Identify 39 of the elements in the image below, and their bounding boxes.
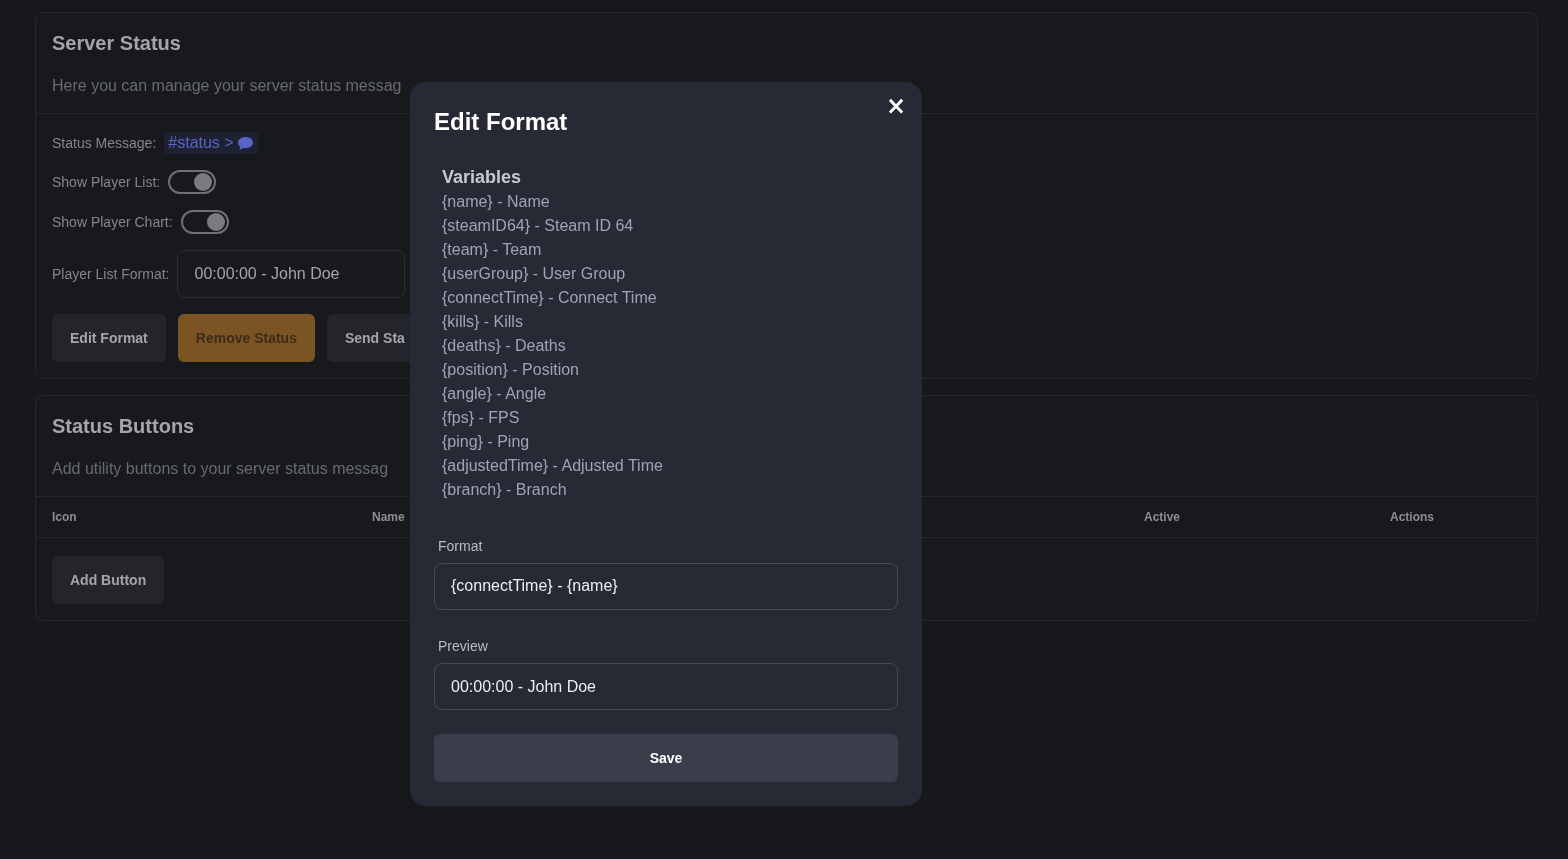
column-header: Actions xyxy=(1390,510,1434,524)
toggle-switch[interactable] xyxy=(168,170,217,194)
variables-heading: Variables xyxy=(442,166,522,189)
column-header: Icon xyxy=(52,510,77,524)
variable-line: {ping} - Ping xyxy=(442,432,530,452)
variable-line: {kills} - Kills xyxy=(442,312,523,332)
chat-bubble-icon xyxy=(236,135,254,151)
field-label: Player List Format: xyxy=(52,266,170,282)
variable-line: {name} - Name xyxy=(442,192,550,212)
card-title: Server Status xyxy=(52,32,181,55)
preview-input[interactable]: 00:00:00 - John Doe xyxy=(434,662,898,711)
variable-line: {adjustedTime} - Adjusted Time xyxy=(442,456,663,476)
action-button[interactable]: Edit Format xyxy=(52,314,166,362)
column-header: Name xyxy=(372,510,405,524)
field-label: Show Player List: xyxy=(52,174,161,190)
variable-line: {fps} - FPS xyxy=(442,408,520,428)
card-description: Here you can manage your server status messag xyxy=(52,77,402,95)
field-label: Show Player Chart: xyxy=(52,214,173,230)
variable-line: {position} - Position xyxy=(442,360,579,380)
card-title: Status Buttons xyxy=(52,415,195,438)
format-field[interactable]: 00:00:00 - John Doe xyxy=(177,250,406,298)
save-button[interactable]: Save xyxy=(434,734,898,782)
close-button[interactable]: × xyxy=(884,94,908,118)
add-button[interactable]: Add Button xyxy=(52,556,165,604)
variable-line: {team} - Team xyxy=(442,240,542,260)
variable-line: {steamID64} - Steam ID 64 xyxy=(442,216,634,236)
variable-line: {userGroup} - User Group xyxy=(442,264,626,284)
format-input[interactable]: {connectTime} - {name} xyxy=(434,562,898,611)
variable-line: {angle} - Angle xyxy=(442,384,547,404)
toggle-switch[interactable] xyxy=(180,210,229,234)
variable-line: {connectTime} - Connect Time xyxy=(442,288,657,308)
variable-line: {branch} - Branch xyxy=(442,480,567,500)
column-header: Active xyxy=(1144,510,1181,524)
field-label: Format xyxy=(438,537,483,554)
field-label: Status Message: xyxy=(52,135,157,151)
field-label: Preview xyxy=(438,637,488,654)
variable-line: {deaths} - Deaths xyxy=(442,336,566,356)
card-description: Add utility buttons to your server status messag xyxy=(52,460,389,478)
dialog-title: Edit Format xyxy=(434,108,568,136)
